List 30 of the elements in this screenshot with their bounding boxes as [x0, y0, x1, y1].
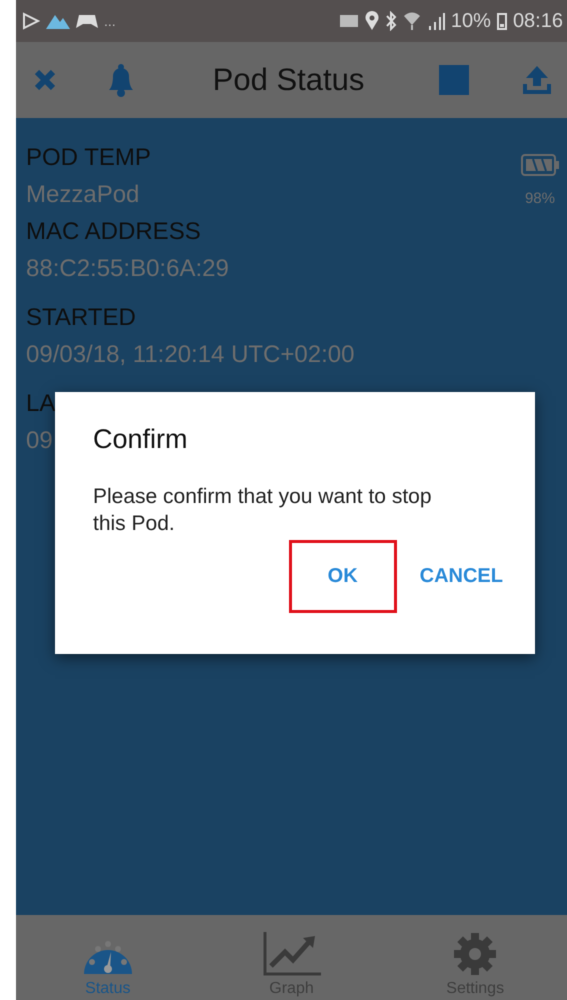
upload-icon[interactable]	[521, 64, 553, 96]
screen-title: Pod Status	[212, 62, 366, 98]
location-icon	[364, 11, 379, 31]
field-label: LA	[26, 389, 56, 419]
dialog-message: Please confirm that you want to stop this Pod.	[93, 484, 433, 537]
signal-icon	[426, 12, 445, 30]
close-icon[interactable]	[34, 69, 56, 91]
dialog-button[interactable]: CANCEL	[402, 543, 521, 610]
clock: 08:16	[512, 10, 563, 32]
battery-icon	[521, 154, 559, 176]
line-chart-icon	[262, 932, 320, 976]
dialog-title: Confirm	[93, 424, 189, 455]
settings-icon	[453, 932, 498, 976]
battery-icon	[496, 12, 507, 30]
wifi-icon	[402, 11, 421, 31]
field-value: 88:C2:55:B0:6A:29	[26, 254, 229, 284]
dialog-button[interactable]: OK	[292, 543, 394, 610]
field-label: MAC ADDRESS	[26, 217, 201, 247]
field-value: MezzaPod	[26, 180, 140, 210]
notification-overflow: ...	[104, 13, 116, 29]
field-label: STARTED	[26, 303, 136, 333]
battery-percentage: 10%	[450, 10, 491, 32]
stop-icon[interactable]	[439, 65, 469, 95]
battery-reading: 98%	[524, 190, 555, 207]
mountain-icon	[46, 13, 70, 29]
bluetooth-icon	[384, 11, 397, 31]
field-label: POD TEMP	[26, 143, 151, 173]
nav-tab[interactable]: Status	[16, 915, 200, 1000]
field-value: 09/03/18, 11:20:14 UTC+02:00	[26, 340, 354, 370]
field-value: 09	[26, 426, 53, 456]
